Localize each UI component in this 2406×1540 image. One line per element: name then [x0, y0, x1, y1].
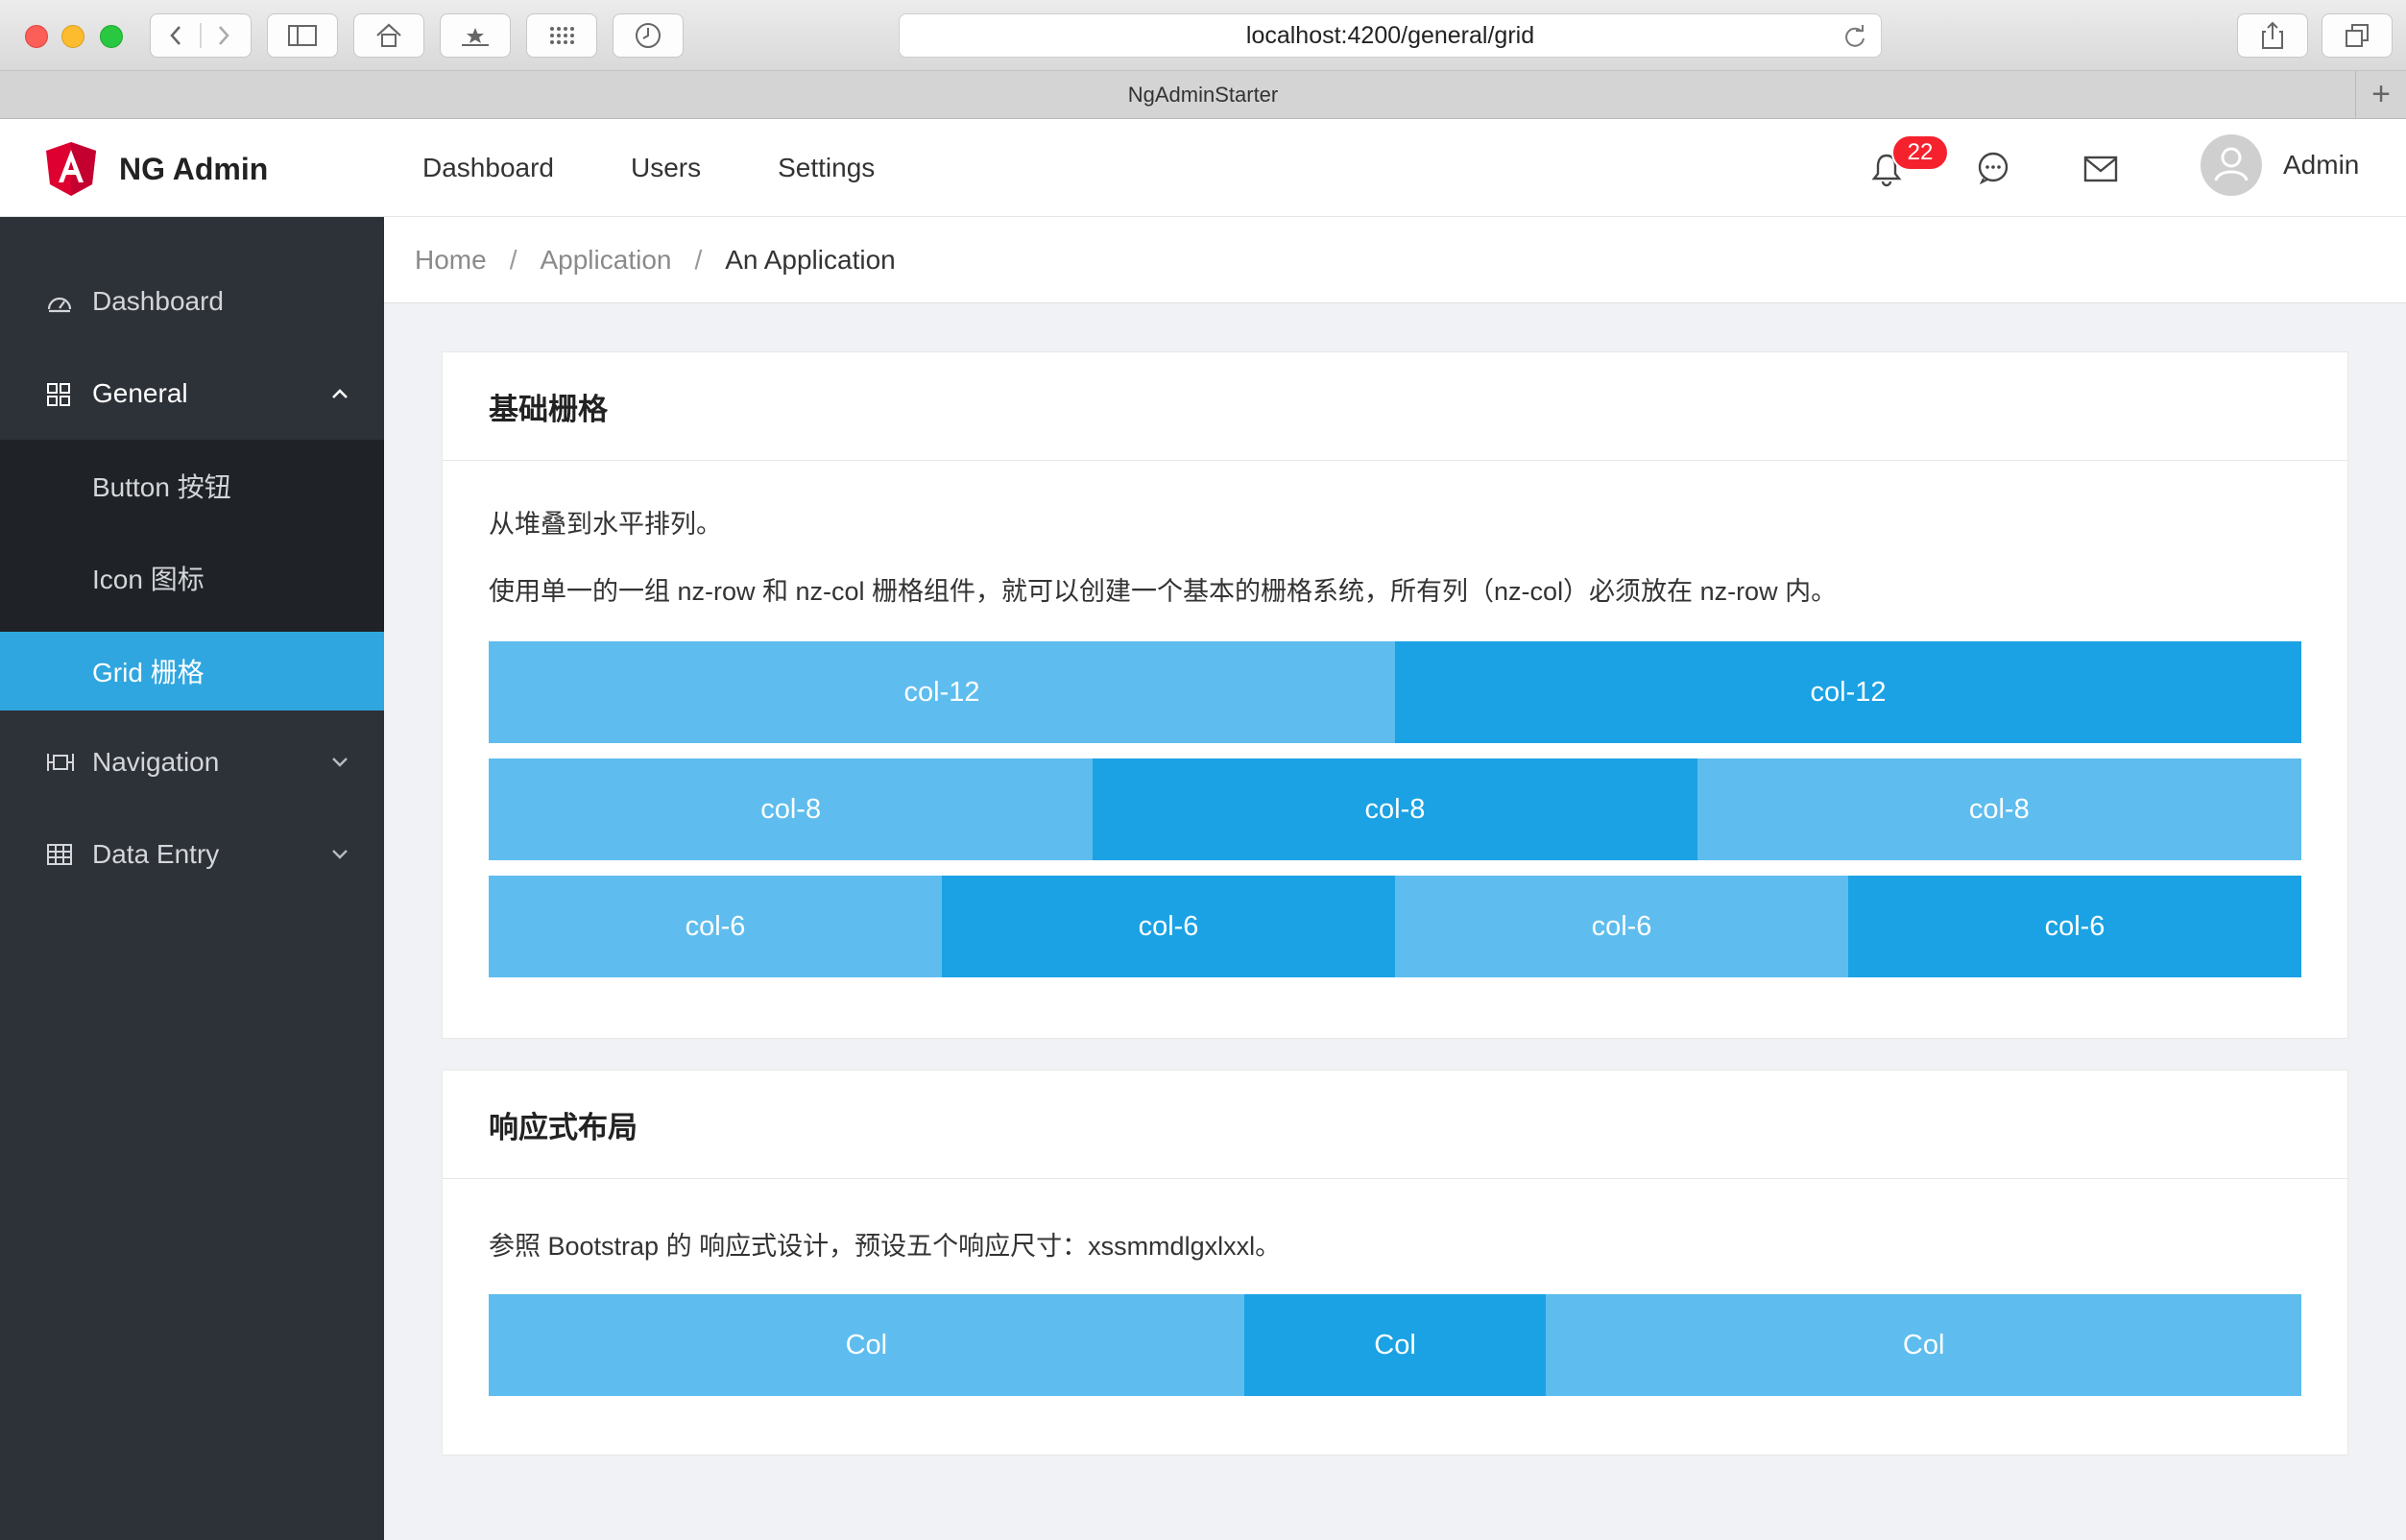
grid-col: col-8	[489, 758, 1094, 860]
grid-col: Col	[1243, 1294, 1547, 1396]
grid-col: col-12	[489, 641, 1395, 743]
breadcrumb-application[interactable]: Application	[540, 245, 671, 276]
basic-grid-card: 基础栅格 从堆叠到水平排列。 使用单一的一组 nz-row 和 nz-col 栅…	[442, 351, 2348, 1039]
sidebar-toggle-button[interactable]	[267, 13, 338, 58]
sidebar-icon	[288, 25, 317, 46]
sidebar-item-general[interactable]: General	[0, 348, 384, 440]
grid-col: col-12	[1395, 641, 2301, 743]
notification-badge: 22	[1891, 134, 1949, 171]
grid-dots-icon	[550, 27, 574, 44]
grid-col: col-6	[489, 876, 942, 977]
share-button[interactable]	[2237, 13, 2308, 58]
sidebar: Dashboard General Button 按钮 Icon 图标 Grid…	[0, 217, 384, 1540]
sidebar-item-label: Navigation	[92, 747, 220, 777]
grid-col: Col	[1546, 1294, 2301, 1396]
sidebar-item-data-entry[interactable]: Data Entry	[0, 808, 384, 901]
dashboard-icon	[47, 297, 72, 313]
back-forward-buttons[interactable]	[150, 13, 252, 58]
close-window-button[interactable]	[25, 25, 48, 48]
bookmarks-button[interactable]	[440, 13, 511, 58]
sidebar-item-navigation[interactable]: Navigation	[0, 716, 384, 808]
grid-col: col-6	[942, 876, 1395, 977]
breadcrumb: Home / Application / An Application	[384, 217, 2406, 303]
grid-row-12: col-12 col-12	[489, 641, 2301, 743]
plus-icon: +	[2371, 76, 2391, 112]
bookmark-star-icon	[462, 28, 489, 46]
grid-col: col-8	[1696, 758, 2301, 860]
sidebar-item-label: Grid 栅格	[92, 658, 205, 687]
card-title: 响应式布局	[443, 1071, 2347, 1179]
breadcrumb-home[interactable]: Home	[415, 245, 487, 276]
grid-col: col-6	[1395, 876, 1848, 977]
table-icon	[47, 844, 72, 865]
minimize-window-button[interactable]	[61, 25, 84, 48]
message-icon[interactable]	[1976, 150, 2010, 184]
tab-bar: NgAdminStarter +	[0, 71, 2406, 119]
share-icon	[2262, 21, 2283, 49]
breadcrumb-current: An Application	[725, 244, 896, 275]
sidebar-item-label: Button 按钮	[92, 472, 231, 502]
responsive-layout-card: 响应式布局 参照 Bootstrap 的 响应式设计，预设五个响应尺寸：xssm…	[442, 1070, 2348, 1456]
grid-col: col-8	[1093, 758, 1697, 860]
back-forward-icon	[170, 23, 229, 48]
topnav-settings[interactable]: Settings	[778, 153, 875, 183]
sidebar-item-label: Data Entry	[92, 839, 220, 869]
navigation-icon	[47, 754, 74, 771]
browser-toolbar: localhost:4200/general/grid	[0, 0, 2406, 71]
url-text: localhost:4200/general/grid	[1245, 21, 1535, 49]
chevron-up-icon	[332, 389, 348, 398]
chevron-down-icon	[332, 758, 348, 767]
grid-col: Col	[489, 1294, 1244, 1396]
user-name[interactable]: Admin	[2283, 150, 2359, 180]
card-description: 从堆叠到水平排列。	[489, 510, 722, 539]
tabs-icon	[2346, 24, 2369, 47]
sidebar-item-icon[interactable]: Icon 图标	[0, 532, 384, 624]
app-header: NG Admin Dashboard Users Settings 22 Adm…	[0, 119, 2406, 217]
angular-logo-icon	[46, 142, 96, 196]
grid-col: col-6	[1848, 876, 2301, 977]
topnav-dashboard[interactable]: Dashboard	[422, 153, 554, 183]
home-icon	[376, 23, 401, 47]
responsive-grid-row: Col Col Col	[489, 1294, 2301, 1396]
home-button[interactable]	[353, 13, 424, 58]
grid-row-8: col-8 col-8 col-8	[489, 758, 2301, 860]
sidebar-item-label: General	[92, 378, 188, 408]
logo-text: NG Admin	[119, 151, 269, 186]
tabs-overview-button[interactable]	[2322, 13, 2393, 58]
avatar[interactable]	[2201, 134, 2262, 196]
tab-title[interactable]: NgAdminStarter	[1128, 83, 1279, 108]
appstore-icon	[47, 383, 70, 406]
grid-row-6: col-6 col-6 col-6 col-6	[489, 876, 2301, 977]
chevron-down-icon	[332, 850, 348, 859]
topnav-users[interactable]: Users	[631, 153, 701, 183]
top-sites-button[interactable]	[526, 13, 597, 58]
history-button[interactable]	[613, 13, 684, 58]
reload-icon[interactable]	[1842, 24, 1867, 49]
sidebar-item-dashboard[interactable]: Dashboard	[0, 255, 384, 348]
card-description: 参照 Bootstrap 的 响应式设计，预设五个响应尺寸：xssmmdlgxl…	[489, 1232, 1282, 1261]
clock-icon	[636, 23, 661, 48]
address-bar[interactable]: localhost:4200/general/grid	[899, 13, 1882, 58]
zoom-window-button[interactable]	[100, 25, 123, 48]
sidebar-item-button[interactable]: Button 按钮	[0, 440, 384, 532]
card-description: 使用单一的一组 nz-row 和 nz-col 栅格组件，就可以创建一个基本的栅…	[489, 577, 1838, 606]
sidebar-item-label: Dashboard	[92, 286, 224, 316]
card-title: 基础栅格	[443, 352, 2347, 461]
user-icon	[2214, 147, 2249, 181]
new-tab-button[interactable]: +	[2355, 71, 2406, 118]
sidebar-item-label: Icon 图标	[92, 565, 205, 594]
top-navigation: Dashboard Users Settings	[422, 119, 951, 217]
breadcrumb-separator: /	[694, 244, 703, 275]
breadcrumb-separator: /	[509, 244, 517, 275]
logo[interactable]: NG Admin	[42, 140, 268, 198]
mail-icon[interactable]	[2083, 156, 2118, 182]
sidebar-item-grid[interactable]: Grid 栅格	[0, 632, 384, 710]
